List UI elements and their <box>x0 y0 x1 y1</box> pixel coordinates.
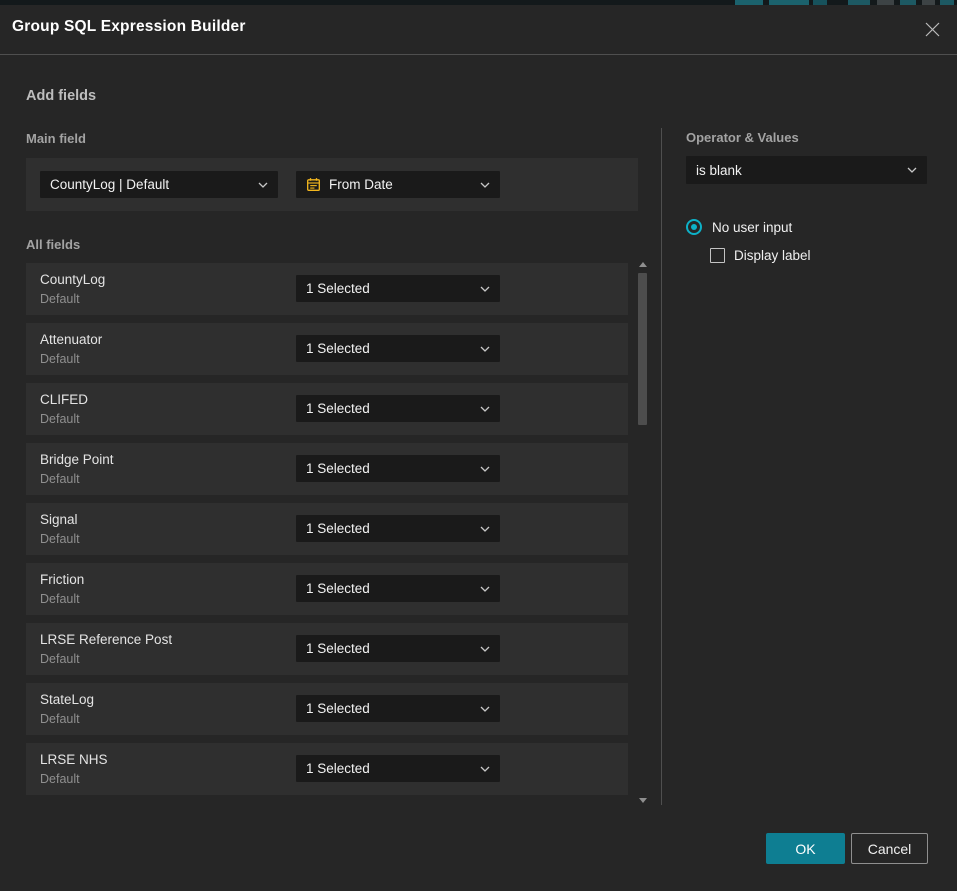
field-name: LRSE Reference Post <box>40 632 172 647</box>
field-row: CountyLog Default 1 Selected <box>26 263 628 315</box>
list-scrollbar[interactable] <box>637 258 649 807</box>
field-subtitle: Default <box>40 592 80 606</box>
field-selection-value: 1 Selected <box>306 761 474 776</box>
field-subtitle: Default <box>40 292 80 306</box>
field-subtitle: Default <box>40 352 80 366</box>
checkbox-icon[interactable] <box>710 248 725 263</box>
field-selection-dropdown[interactable]: 1 Selected <box>296 695 500 722</box>
date-calendar-icon <box>306 177 321 192</box>
field-row: Signal Default 1 Selected <box>26 503 628 555</box>
field-name: StateLog <box>40 692 94 707</box>
display-label-checkbox-row[interactable]: Display label <box>710 248 811 263</box>
operator-values-label: Operator & Values <box>686 130 799 145</box>
group-sql-expression-builder-dialog: Group SQL Expression Builder Add fields … <box>0 5 957 891</box>
chevron-down-icon <box>480 346 490 352</box>
field-selection-value: 1 Selected <box>306 401 474 416</box>
screen: Group SQL Expression Builder Add fields … <box>0 0 957 891</box>
field-subtitle: Default <box>40 652 80 666</box>
all-fields-label: All fields <box>26 237 80 252</box>
field-row: StateLog Default 1 Selected <box>26 683 628 735</box>
field-selection-dropdown[interactable]: 1 Selected <box>296 575 500 602</box>
field-name: Bridge Point <box>40 452 114 467</box>
field-name: Attenuator <box>40 332 102 347</box>
operator-dropdown[interactable]: is blank <box>686 156 927 184</box>
field-selection-dropdown[interactable]: 1 Selected <box>296 455 500 482</box>
field-subtitle: Default <box>40 412 80 426</box>
field-name: CountyLog <box>40 272 105 287</box>
field-row: Friction Default 1 Selected <box>26 563 628 615</box>
field-name: CLIFED <box>40 392 88 407</box>
scrollbar-thumb[interactable] <box>638 273 647 425</box>
dialog-header: Group SQL Expression Builder <box>0 5 957 55</box>
field-selection-value: 1 Selected <box>306 281 474 296</box>
main-field-label: Main field <box>26 131 86 146</box>
field-selection-dropdown[interactable]: 1 Selected <box>296 275 500 302</box>
field-selection-value: 1 Selected <box>306 701 474 716</box>
scroll-down-arrow-icon[interactable] <box>639 798 647 803</box>
field-select-value: From Date <box>329 177 474 192</box>
field-selection-dropdown[interactable]: 1 Selected <box>296 395 500 422</box>
scroll-up-arrow-icon[interactable] <box>639 262 647 267</box>
field-selection-value: 1 Selected <box>306 341 474 356</box>
field-subtitle: Default <box>40 772 80 786</box>
field-subtitle: Default <box>40 712 80 726</box>
field-selection-dropdown[interactable]: 1 Selected <box>296 755 500 782</box>
field-name: Friction <box>40 572 84 587</box>
chevron-down-icon <box>480 406 490 412</box>
close-icon <box>924 21 941 38</box>
all-fields-list: CountyLog Default 1 Selected Attenuator … <box>26 263 628 803</box>
chevron-down-icon <box>480 586 490 592</box>
main-field-panel: CountyLog | Default From Date <box>26 158 638 211</box>
field-select-dropdown[interactable]: From Date <box>296 171 500 198</box>
field-name: LRSE NHS <box>40 752 108 767</box>
cancel-button[interactable]: Cancel <box>851 833 928 864</box>
radio-icon[interactable] <box>686 219 702 235</box>
chevron-down-icon <box>480 526 490 532</box>
dialog-title: Group SQL Expression Builder <box>12 18 246 36</box>
chevron-down-icon <box>907 167 917 173</box>
display-label-label: Display label <box>734 248 811 263</box>
no-user-input-radio[interactable]: No user input <box>686 219 792 235</box>
field-selection-dropdown[interactable]: 1 Selected <box>296 515 500 542</box>
operator-value: is blank <box>696 163 901 178</box>
chevron-down-icon <box>480 646 490 652</box>
field-row: CLIFED Default 1 Selected <box>26 383 628 435</box>
ok-button[interactable]: OK <box>766 833 845 864</box>
field-row: LRSE NHS Default 1 Selected <box>26 743 628 795</box>
chevron-down-icon <box>480 286 490 292</box>
field-selection-value: 1 Selected <box>306 581 474 596</box>
layer-select-dropdown[interactable]: CountyLog | Default <box>40 171 278 198</box>
chevron-down-icon <box>480 466 490 472</box>
field-row: Attenuator Default 1 Selected <box>26 323 628 375</box>
chevron-down-icon <box>480 182 490 188</box>
add-fields-heading: Add fields <box>26 88 96 104</box>
field-subtitle: Default <box>40 532 80 546</box>
field-subtitle: Default <box>40 472 80 486</box>
field-name: Signal <box>40 512 78 527</box>
chevron-down-icon <box>480 766 490 772</box>
field-selection-dropdown[interactable]: 1 Selected <box>296 635 500 662</box>
chevron-down-icon <box>258 182 268 188</box>
layer-select-value: CountyLog | Default <box>50 177 252 192</box>
no-user-input-label: No user input <box>712 220 792 235</box>
panel-divider <box>661 128 662 805</box>
field-selection-value: 1 Selected <box>306 641 474 656</box>
field-selection-dropdown[interactable]: 1 Selected <box>296 335 500 362</box>
close-button[interactable] <box>921 18 943 40</box>
field-selection-value: 1 Selected <box>306 521 474 536</box>
field-row: LRSE Reference Post Default 1 Selected <box>26 623 628 675</box>
chevron-down-icon <box>480 706 490 712</box>
field-row: Bridge Point Default 1 Selected <box>26 443 628 495</box>
field-selection-value: 1 Selected <box>306 461 474 476</box>
